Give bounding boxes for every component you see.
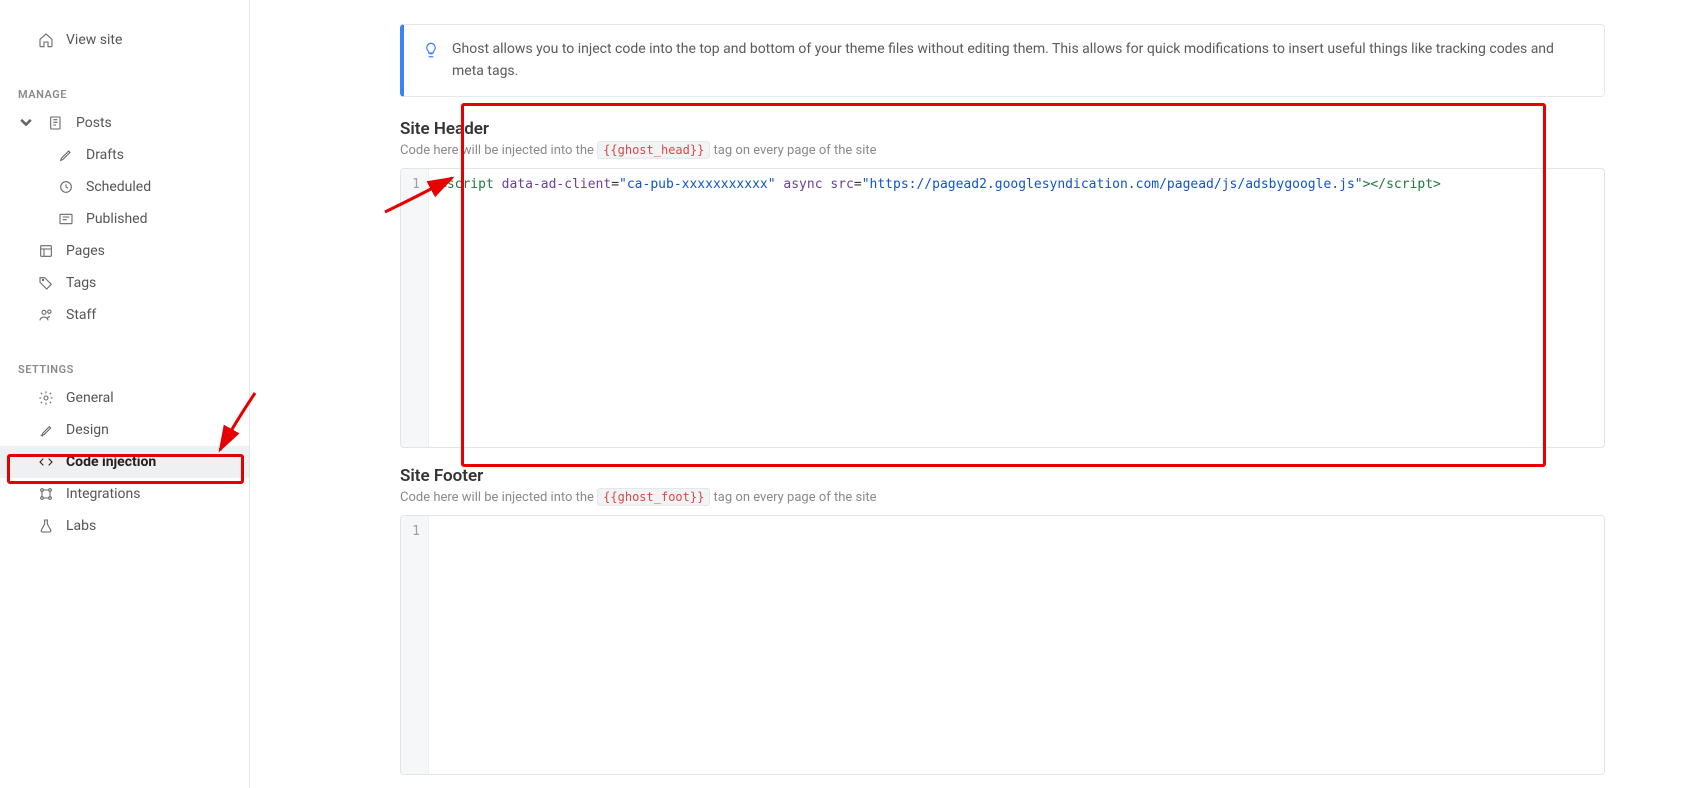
nav-label: Design bbox=[66, 422, 109, 438]
site-header-editor[interactable]: 1 <script data-ad-client="ca-pub-xxxxxxx… bbox=[400, 168, 1605, 448]
nav-label: Code injection bbox=[66, 454, 156, 470]
site-footer-desc: Code here will be injected into the {{gh… bbox=[400, 490, 1605, 505]
nav-posts[interactable]: Posts bbox=[0, 107, 249, 139]
nav-code-injection[interactable]: Code injection bbox=[0, 446, 249, 478]
nav-label: Staff bbox=[66, 307, 96, 323]
gear-icon bbox=[38, 390, 54, 406]
labs-icon bbox=[38, 518, 54, 534]
site-footer-title: Site Footer bbox=[400, 466, 1605, 486]
nav-label: Tags bbox=[66, 275, 96, 291]
nav-pages[interactable]: Pages bbox=[0, 235, 249, 267]
nav-published[interactable]: Published bbox=[0, 203, 249, 235]
home-icon bbox=[38, 32, 54, 48]
editor-gutter: 1 bbox=[401, 169, 429, 447]
posts-icon bbox=[48, 115, 64, 131]
nav-drafts[interactable]: Drafts bbox=[0, 139, 249, 171]
sidebar: View site MANAGE Posts Drafts Scheduled … bbox=[0, 0, 250, 788]
clock-icon bbox=[58, 179, 74, 195]
nav-label: General bbox=[66, 390, 114, 406]
code-icon bbox=[38, 454, 54, 470]
nav-general[interactable]: General bbox=[0, 382, 249, 414]
nav-staff[interactable]: Staff bbox=[0, 299, 249, 331]
info-text: Ghost allows you to inject code into the… bbox=[452, 39, 1586, 82]
editor-code[interactable] bbox=[429, 516, 1604, 774]
nav-tags[interactable]: Tags bbox=[0, 267, 249, 299]
site-header-title: Site Header bbox=[400, 119, 1605, 139]
site-header-section: Site Header Code here will be injected i… bbox=[400, 119, 1605, 448]
nav-label: Labs bbox=[66, 518, 96, 534]
site-header-desc: Code here will be injected into the {{gh… bbox=[400, 143, 1605, 158]
nav-label: View site bbox=[66, 32, 122, 48]
tag-icon bbox=[38, 275, 54, 291]
nav-label: Scheduled bbox=[86, 179, 151, 195]
published-icon bbox=[58, 211, 74, 227]
nav-design[interactable]: Design bbox=[0, 414, 249, 446]
lightbulb-icon bbox=[422, 41, 440, 59]
chevron-down-icon bbox=[18, 115, 34, 131]
nav-integrations[interactable]: Integrations bbox=[0, 478, 249, 510]
nav-label: Pages bbox=[66, 243, 105, 259]
site-footer-editor[interactable]: 1 bbox=[400, 515, 1605, 775]
nav-labs[interactable]: Labs bbox=[0, 510, 249, 542]
brush-icon bbox=[38, 422, 54, 438]
main-content: Ghost allows you to inject code into the… bbox=[250, 0, 1685, 788]
nav-label: Published bbox=[86, 211, 147, 227]
section-label-manage: MANAGE bbox=[0, 78, 249, 107]
pencil-icon bbox=[58, 147, 74, 163]
editor-code[interactable]: <script data-ad-client="ca-pub-xxxxxxxxx… bbox=[429, 169, 1604, 447]
nav-label: Integrations bbox=[66, 486, 140, 502]
ghost-head-tag: {{ghost_head}} bbox=[597, 141, 710, 159]
nav-view-site[interactable]: View site bbox=[0, 24, 249, 56]
integrations-icon bbox=[38, 486, 54, 502]
editor-gutter: 1 bbox=[401, 516, 429, 774]
pages-icon bbox=[38, 243, 54, 259]
staff-icon bbox=[38, 307, 54, 323]
section-label-settings: SETTINGS bbox=[0, 353, 249, 382]
info-banner: Ghost allows you to inject code into the… bbox=[400, 24, 1605, 97]
nav-label: Posts bbox=[76, 115, 112, 131]
nav-scheduled[interactable]: Scheduled bbox=[0, 171, 249, 203]
nav-label: Drafts bbox=[86, 147, 124, 163]
ghost-foot-tag: {{ghost_foot}} bbox=[597, 488, 710, 506]
site-footer-section: Site Footer Code here will be injected i… bbox=[400, 466, 1605, 775]
